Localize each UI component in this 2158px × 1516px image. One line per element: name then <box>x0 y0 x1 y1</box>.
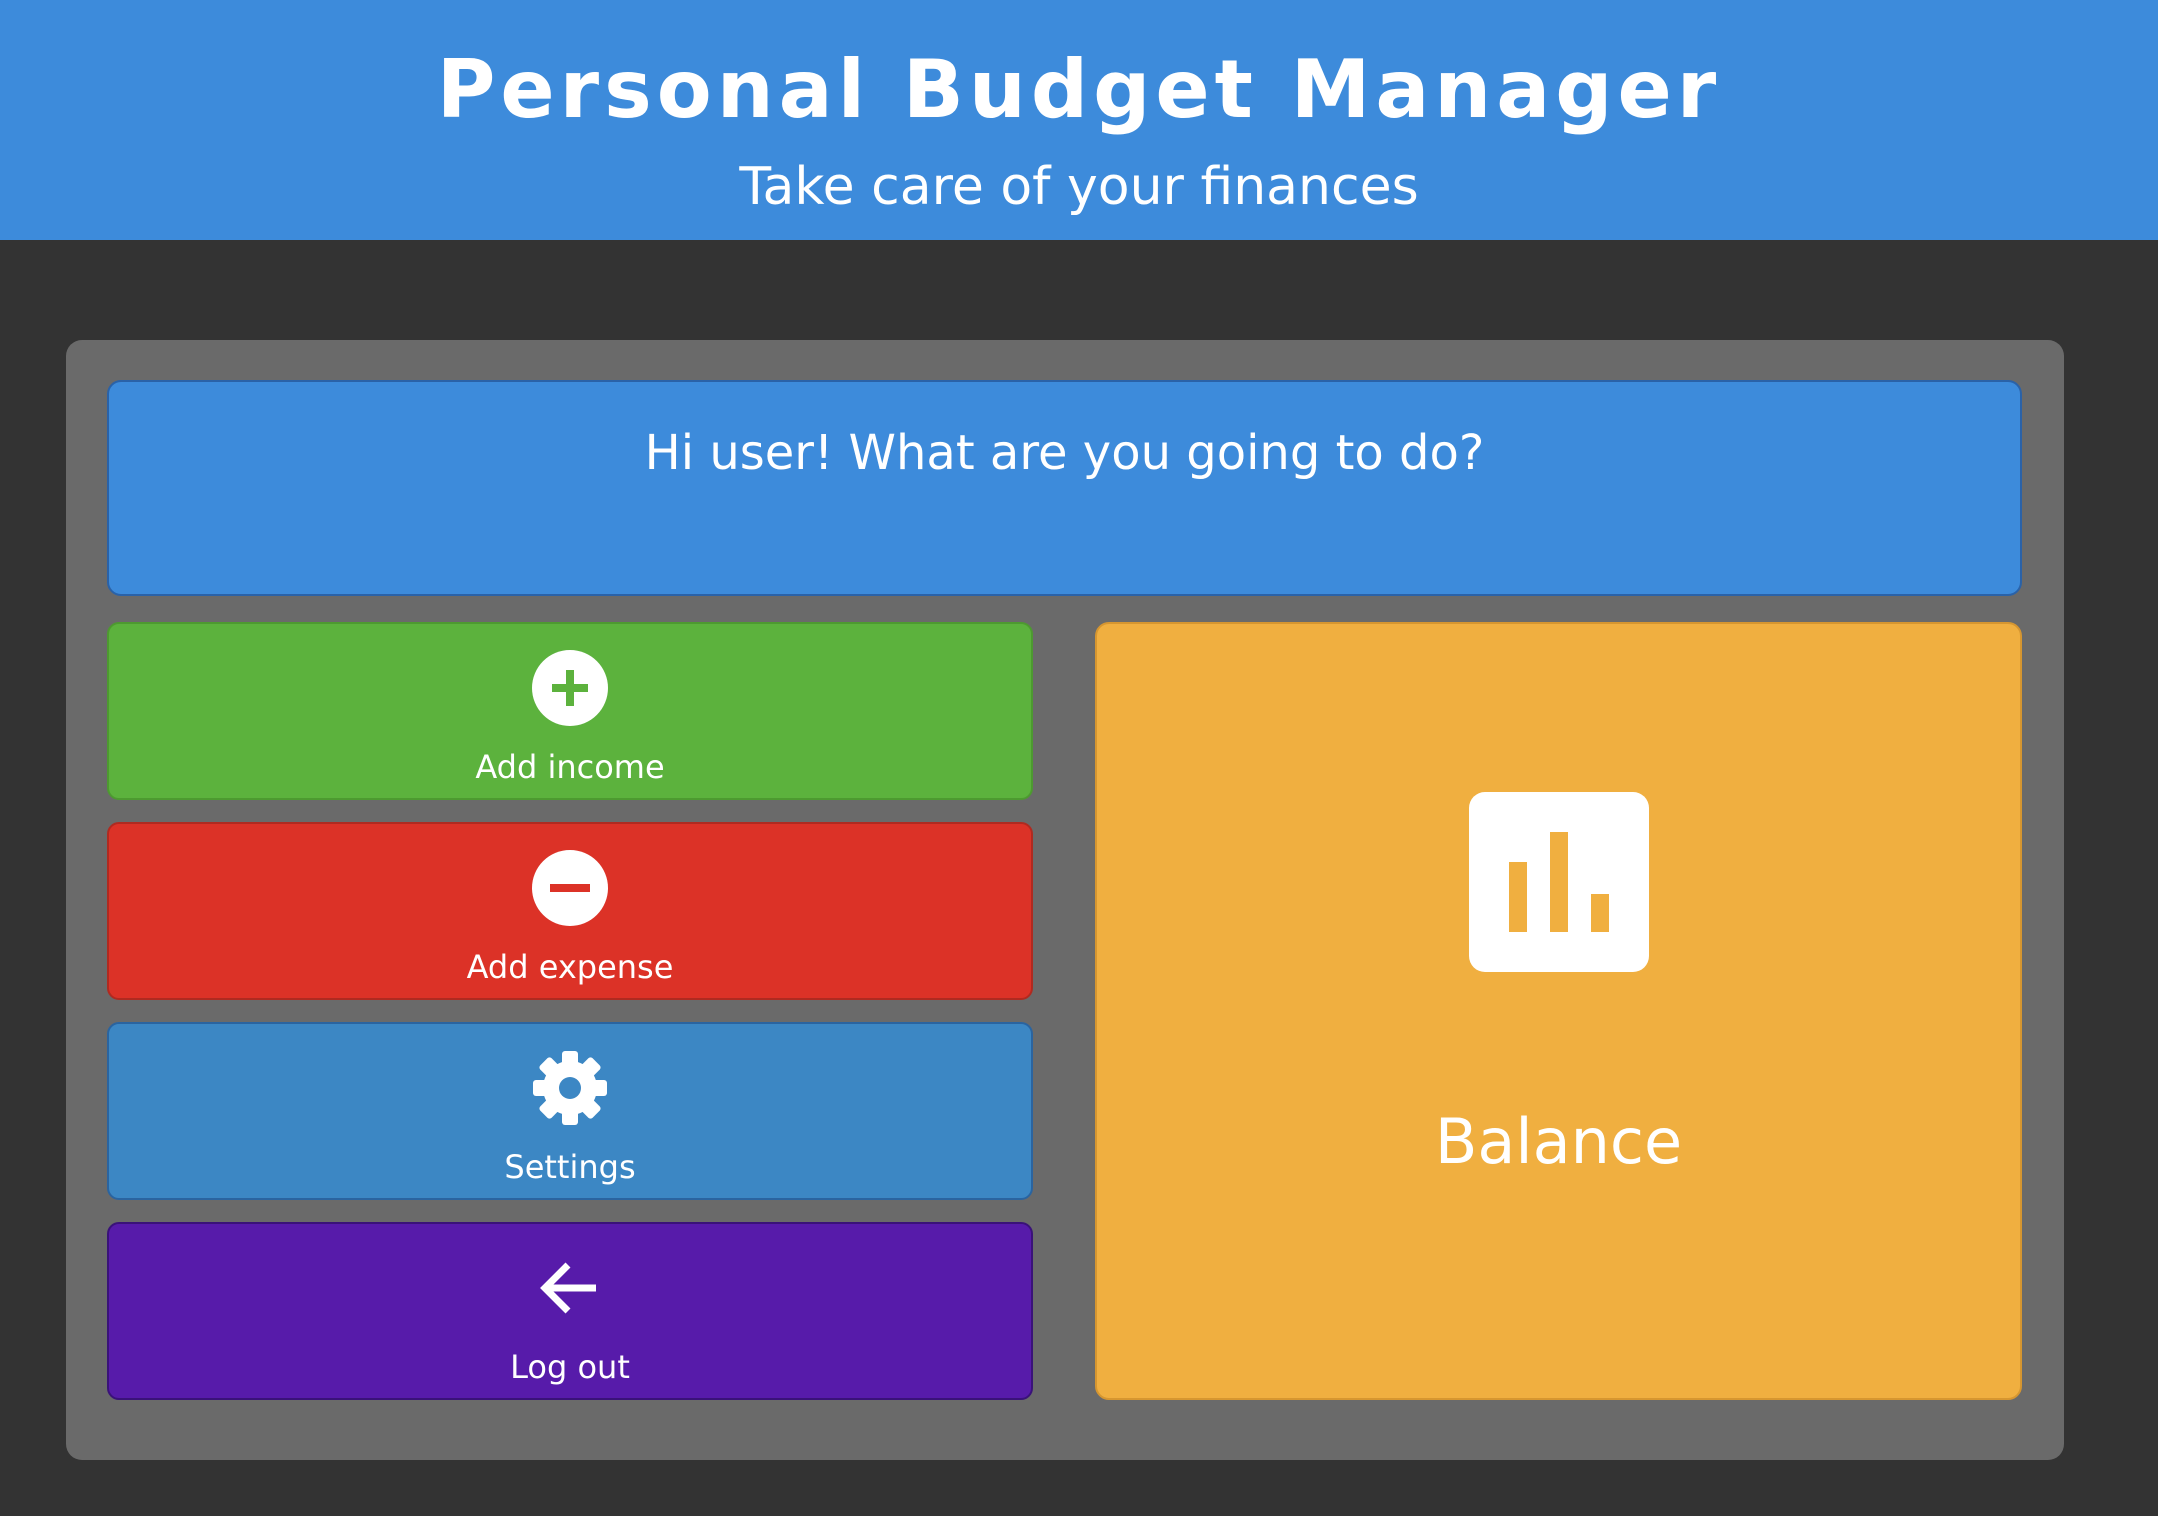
balance-label: Balance <box>1434 1105 1683 1178</box>
add-expense-button[interactable]: Add expense <box>107 822 1033 1000</box>
minus-circle-icon <box>532 850 608 926</box>
gear-icon <box>533 1051 607 1125</box>
greeting-banner: Hi user! What are you going to do? <box>107 380 2022 596</box>
balance-button[interactable]: Balance <box>1095 622 2022 1400</box>
settings-button[interactable]: Settings <box>107 1022 1033 1200</box>
page-header: Personal Budget Manager Take care of you… <box>0 0 2158 240</box>
plus-circle-icon <box>532 650 608 726</box>
add-income-button[interactable]: Add income <box>107 622 1033 800</box>
settings-label: Settings <box>504 1148 636 1186</box>
add-expense-label: Add expense <box>466 948 674 986</box>
greeting-text: Hi user! What are you going to do? <box>644 425 1485 481</box>
log-out-label: Log out <box>510 1348 630 1386</box>
bar-chart-icon <box>1469 792 1649 972</box>
app-subtitle: Take care of your finances <box>739 157 1419 217</box>
main-panel: Hi user! What are you going to do? Add i… <box>66 340 2064 1460</box>
add-income-label: Add income <box>475 748 665 786</box>
log-out-button[interactable]: Log out <box>107 1222 1033 1400</box>
arrow-left-icon <box>540 1262 596 1314</box>
app-title: Personal Budget Manager <box>436 43 1722 136</box>
